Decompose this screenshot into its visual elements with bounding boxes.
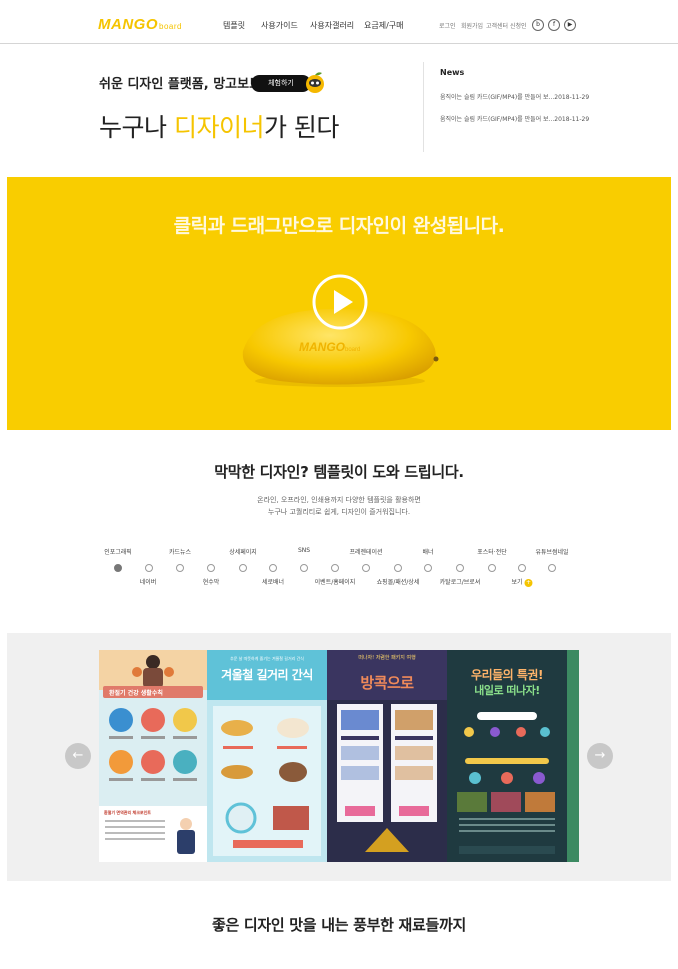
category-tab[interactable]: 쇼핑몰/패션/상세 [377, 577, 420, 586]
slide-subtitle: 내일로 떠나자! [474, 684, 540, 697]
category-tab[interactable]: 이벤트/홈페이지 [315, 577, 356, 586]
video-banner[interactable]: 클릭과 드래그만으로 디자인이 완성됩니다. MANGOboard [7, 177, 671, 430]
timeline-dot[interactable] [456, 564, 464, 572]
play-icon[interactable] [311, 273, 369, 331]
timeline-dot[interactable] [518, 564, 526, 572]
timeline-dot[interactable] [331, 564, 339, 572]
carousel-slides: 환절기 건강 생활수칙 환절기 면역관리 체크포인트 추운 날 따뜻하게 즐기는… [99, 650, 579, 862]
nav-templates[interactable]: 템플릿 [223, 20, 245, 31]
carousel-prev-button[interactable]: ← [65, 743, 91, 769]
headline-post: 가 된다 [263, 113, 339, 142]
banner-title: 클릭과 드래그만으로 디자인이 완성됩니다. [173, 215, 505, 237]
news-item[interactable]: 움직이는 슬림 카드(GIF/MP4)를 만들어 보...2018-11-29 [440, 92, 589, 101]
blog-icon[interactable]: b [532, 19, 544, 31]
category-label: 네이버 [139, 579, 157, 586]
timeline-dot[interactable] [239, 564, 247, 572]
slide-title: 우리들의 특권! [471, 668, 543, 682]
category-tab[interactable]: 현수막 [203, 577, 220, 586]
headline-highlight: 디자이너 [173, 113, 265, 142]
more-categories-link[interactable]: 보기 + [511, 577, 533, 587]
timeline-dot[interactable] [548, 564, 556, 572]
category-label: 카탈로그/브로셔 [439, 579, 481, 586]
category-tab[interactable]: 프레젠테이션 [349, 547, 382, 556]
category-tab[interactable]: 상세페이지 [229, 547, 257, 556]
category-label: 세로배너 [261, 579, 285, 586]
category-label: 이벤트/홈페이지 [314, 579, 356, 586]
youtube-icon[interactable]: ▶ [564, 19, 576, 31]
slide-title: 방콕으로 [360, 674, 414, 692]
figure-illustration [132, 655, 174, 688]
login-link[interactable]: 로그인 [439, 21, 456, 30]
snack-illustrations [213, 706, 321, 856]
hero-divider [423, 62, 424, 152]
slide-title: 겨울철 길거리 간식 [221, 668, 313, 682]
timeline-dot[interactable] [207, 564, 215, 572]
category-tab[interactable]: 네이버 [140, 577, 157, 586]
news-item[interactable]: 움직이는 슬림 카드(GIF/MP4)를 만들어 보...2018-11-29 [440, 114, 589, 123]
doctor-illustration [177, 818, 195, 854]
slide-subtitle: 떠나자! 저렴한 패키지 여행 [358, 655, 416, 661]
rail-travel-info [457, 712, 555, 854]
timeline-dot[interactable] [114, 564, 122, 572]
templates-desc-line2: 누구나 고퀄리티로 쉽게, 디자인이 즐거워집니다. [267, 508, 411, 516]
timeline-dot[interactable] [145, 564, 153, 572]
category-label: 현수막 [202, 579, 220, 586]
facebook-icon[interactable]: f [548, 19, 560, 31]
signup-link[interactable]: 회원가입 [461, 21, 483, 30]
news-title: News [440, 68, 465, 77]
category-tab[interactable]: 포스터·전단 [477, 547, 507, 556]
hero-tagline: 쉬운 디자인 플랫폼, 망고보드 [99, 77, 262, 92]
timeline-dot[interactable] [488, 564, 496, 572]
timeline-dot[interactable] [300, 564, 308, 572]
materials-title: 좋은 디자인 맛을 내는 풍부한 재료들까지 [211, 916, 467, 934]
mango-mascot-icon [306, 72, 324, 93]
mango-logo-text: MANGOboard [299, 340, 361, 354]
slide-subtitle: 환절기 면역관리 체크포인트 [104, 810, 151, 815]
health-icons [109, 708, 197, 781]
timeline-dot[interactable] [394, 564, 402, 572]
slide-title: 환절기 건강 생활수칙 [109, 690, 163, 697]
templates-desc-line1: 온라인, 오프라인, 인쇄용까지 다양한 템플릿을 활용하면 [257, 496, 421, 504]
template-slide[interactable]: 떠나자! 저렴한 패키지 여행 방콕으로 [327, 650, 447, 862]
timeline-dot[interactable] [269, 564, 277, 572]
category-tab[interactable]: 유튜브썸네일 [535, 547, 568, 556]
hero-headline: 누구나 디자이너가 된다 [99, 108, 339, 144]
timeline-dot[interactable] [176, 564, 184, 572]
template-slide[interactable]: 추운 날 따뜻하게 즐기는 겨울철 길거리 간식 겨울철 길거리 간식 [207, 650, 327, 862]
apply-link[interactable]: 신청인 [510, 21, 527, 30]
templates-title: 막막한 디자인? 템플릿이 도와 드립니다. [214, 463, 464, 481]
travel-packages [337, 704, 437, 852]
category-label: 보기 [511, 579, 523, 586]
mangoboard-logo[interactable]: MANGOboard [98, 16, 182, 33]
category-tab[interactable]: SNS [298, 547, 310, 554]
timeline-dot[interactable] [424, 564, 432, 572]
template-carousel: 환절기 건강 생활수칙 환절기 면역관리 체크포인트 추운 날 따뜻하게 즐기는… [7, 633, 671, 881]
headline-pre: 누구나 [99, 113, 174, 142]
support-link[interactable]: 고객센터 [486, 21, 508, 30]
category-tab[interactable]: 인포그래픽 [104, 547, 132, 556]
timeline-dot[interactable] [362, 564, 370, 572]
slide-subtitle: 추운 날 따뜻하게 즐기는 겨울철 길거리 간식 [230, 656, 304, 661]
category-tab[interactable]: 카탈로그/브로셔 [440, 577, 481, 586]
template-slide[interactable] [567, 650, 579, 862]
nav-pricing[interactable]: 요금제/구매 [364, 20, 404, 31]
category-tab[interactable]: 배너 [422, 547, 433, 556]
logo-main-text: MANGO [98, 16, 158, 33]
template-slide[interactable]: 우리들의 특권! 내일로 떠나자! [447, 650, 567, 862]
category-tab[interactable]: 세로배너 [262, 577, 284, 586]
category-label: 쇼핑몰/패션/상세 [376, 579, 420, 586]
category-tab[interactable]: 카드뉴스 [169, 547, 191, 556]
plus-icon: + [524, 578, 533, 587]
logo-sub-text: board [159, 22, 182, 31]
try-button[interactable]: 체험하기 [251, 75, 311, 92]
carousel-next-button[interactable]: → [587, 743, 613, 769]
nav-guide[interactable]: 사용가이드 [261, 20, 298, 31]
site-header: MANGOboard 템플릿 사용가이드 사용자갤러리 요금제/구매 로그인 회… [0, 0, 678, 44]
nav-gallery[interactable]: 사용자갤러리 [310, 20, 354, 31]
template-slide[interactable]: 환절기 건강 생활수칙 환절기 면역관리 체크포인트 [99, 650, 207, 862]
